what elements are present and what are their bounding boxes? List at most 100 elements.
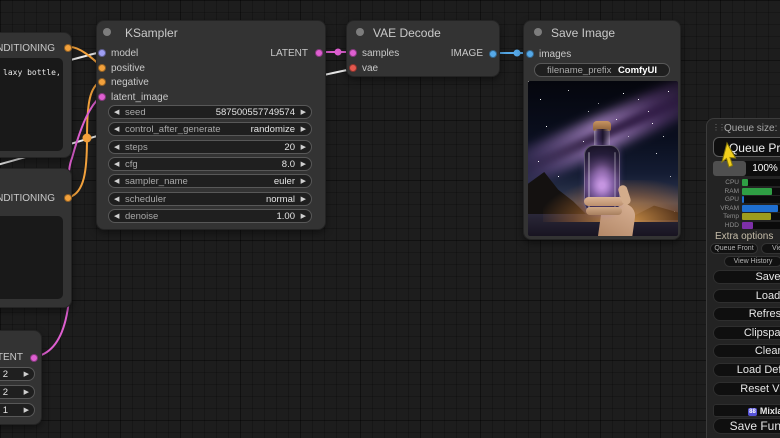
increment-icon[interactable]: ▶ xyxy=(24,406,29,414)
view-history-button[interactable]: View History xyxy=(724,256,780,267)
decrement-icon[interactable]: ◀ xyxy=(114,125,119,133)
increment-icon[interactable]: ▶ xyxy=(301,143,306,151)
clipspace-button[interactable]: Clipspace xyxy=(713,326,780,340)
output-label-image: IMAGE xyxy=(451,48,483,59)
widget-value: ComfyUI xyxy=(618,65,657,76)
node-title-bar[interactable]: VAE Decode xyxy=(347,21,499,45)
input-port-images[interactable] xyxy=(526,50,534,58)
widget-batch-size[interactable]: 1 ▶ xyxy=(0,403,35,417)
prompt-text: laxy bottle, xyxy=(3,68,61,77)
input-port-latent-image[interactable] xyxy=(98,93,106,101)
increment-icon[interactable]: ▶ xyxy=(301,108,306,116)
mixlab-button[interactable]: 88Mixlab xyxy=(713,404,780,417)
input-label-images: images xyxy=(539,49,571,60)
wire-image-middot xyxy=(514,50,521,57)
node-clip-text-encode-positive[interactable]: CONDITIONING laxy bottle, xyxy=(0,32,72,158)
monitor-label: GPU xyxy=(707,196,739,203)
widget-denoise[interactable]: ◀ denoise 1.00 ▶ xyxy=(108,209,312,223)
input-label-negative: negative xyxy=(111,77,149,88)
increment-icon[interactable]: ▶ xyxy=(301,212,306,220)
widget-value: 2 xyxy=(3,369,8,380)
decrement-icon[interactable]: ◀ xyxy=(114,143,119,151)
monitor-label: Temp xyxy=(707,213,739,220)
increment-icon[interactable]: ▶ xyxy=(24,370,29,378)
queue-front-button[interactable]: Queue Front xyxy=(710,243,758,254)
node-title-bar[interactable]: KSampler xyxy=(97,21,325,45)
input-port-samples[interactable] xyxy=(349,49,357,57)
node-title-bar[interactable]: Save Image xyxy=(524,21,680,45)
node-save-image[interactable]: Save Image images filename_prefix ComfyU… xyxy=(523,20,681,240)
widget-value: randomize xyxy=(251,124,295,135)
output-label-conditioning: CONDITIONING xyxy=(0,43,55,54)
wire-latent-middot xyxy=(335,49,342,56)
widget-label: filename_prefix xyxy=(547,65,611,76)
increment-icon[interactable]: ▶ xyxy=(301,160,306,168)
output-port-conditioning[interactable] xyxy=(64,44,72,52)
input-port-negative[interactable] xyxy=(98,78,106,86)
monitor-row-gpu: GPU 3% xyxy=(707,196,780,204)
widget-value: normal xyxy=(266,194,295,205)
save-button[interactable]: Save xyxy=(713,270,780,284)
collapse-dot-icon[interactable] xyxy=(103,28,111,36)
widget-sampler-name[interactable]: ◀ sampler_name euler ▶ xyxy=(108,174,312,188)
widget-label: denoise xyxy=(125,211,158,222)
widget-steps[interactable]: ◀ steps 20 ▶ xyxy=(108,140,312,154)
collapse-dot-icon[interactable] xyxy=(356,28,364,36)
output-port-conditioning[interactable] xyxy=(64,194,72,202)
increment-icon[interactable]: ▶ xyxy=(301,195,306,203)
widget-scheduler[interactable]: ◀ scheduler normal ▶ xyxy=(108,192,312,206)
decrement-icon[interactable]: ◀ xyxy=(114,160,119,168)
monitor-label: CPU xyxy=(707,179,739,186)
node-empty-latent-image[interactable]: LATENT 2 ▶ 2 ▶ 1 ▶ xyxy=(0,330,42,425)
output-label-conditioning: CONDITIONING xyxy=(0,193,55,204)
prompt-textarea[interactable] xyxy=(0,216,63,299)
widget-label: steps xyxy=(125,142,148,153)
node-clip-text-encode-negative[interactable]: CONDITIONING xyxy=(0,168,72,308)
queue-size-label: Queue size: 1 xyxy=(724,123,780,134)
output-port-latent[interactable] xyxy=(30,354,38,362)
node-vae-decode[interactable]: VAE Decode samples vae IMAGE xyxy=(346,20,500,77)
output-port-latent[interactable] xyxy=(315,49,323,57)
decrement-icon[interactable]: ◀ xyxy=(114,195,119,203)
node-ksampler[interactable]: KSampler model positive negative latent_… xyxy=(96,20,326,230)
widget-cfg[interactable]: ◀ cfg 8.0 ▶ xyxy=(108,157,312,171)
load-default-button[interactable]: Load Default xyxy=(713,363,780,377)
input-port-model[interactable] xyxy=(98,49,106,57)
output-port-image[interactable] xyxy=(489,50,497,58)
save-function-button[interactable]: Save Function xyxy=(713,418,780,434)
monitor-label: RAM xyxy=(707,188,739,195)
output-label-latent: LATENT xyxy=(270,48,308,59)
clear-button[interactable]: Clear xyxy=(713,344,780,358)
prompt-textarea[interactable]: laxy bottle, xyxy=(0,58,63,151)
reroute-dot[interactable] xyxy=(83,134,92,143)
input-label-samples: samples xyxy=(362,48,399,59)
widget-value: euler xyxy=(274,176,295,187)
collapse-dot-icon[interactable] xyxy=(534,28,542,36)
input-port-positive[interactable] xyxy=(98,64,106,72)
widget-control-after-generate[interactable]: ◀ control_after_generate randomize ▶ xyxy=(108,122,312,136)
reset-view-button[interactable]: Reset View xyxy=(713,382,780,396)
input-port-vae[interactable] xyxy=(349,64,357,72)
generated-image-preview[interactable] xyxy=(528,81,678,236)
decrement-icon[interactable]: ◀ xyxy=(114,212,119,220)
widget-height[interactable]: 2 ▶ xyxy=(0,385,35,399)
widget-value: 587500557749574 xyxy=(216,107,295,118)
load-button[interactable]: Load xyxy=(713,289,780,303)
mixlab-badge-icon: 88 xyxy=(748,408,757,416)
widget-width[interactable]: 2 ▶ xyxy=(0,367,35,381)
increment-icon[interactable]: ▶ xyxy=(24,388,29,396)
stars xyxy=(528,81,529,82)
decrement-icon[interactable]: ◀ xyxy=(114,177,119,185)
widget-value: 2 xyxy=(3,387,8,398)
drag-handle-icon[interactable]: ⋮⋮ xyxy=(712,123,724,132)
view-queue-button[interactable]: View Queue xyxy=(761,243,780,254)
increment-icon[interactable]: ▶ xyxy=(301,125,306,133)
increment-icon[interactable]: ▶ xyxy=(301,177,306,185)
input-label-latent-image: latent_image xyxy=(111,92,168,103)
widget-value: 8.0 xyxy=(282,159,295,170)
widget-filename-prefix[interactable]: filename_prefix ComfyUI xyxy=(534,63,670,77)
widget-seed[interactable]: ◀ seed 587500557749574 ▶ xyxy=(108,105,312,119)
refresh-button[interactable]: Refresh xyxy=(713,307,780,321)
decrement-icon[interactable]: ◀ xyxy=(114,108,119,116)
extra-options-label: Extra options xyxy=(715,231,773,242)
